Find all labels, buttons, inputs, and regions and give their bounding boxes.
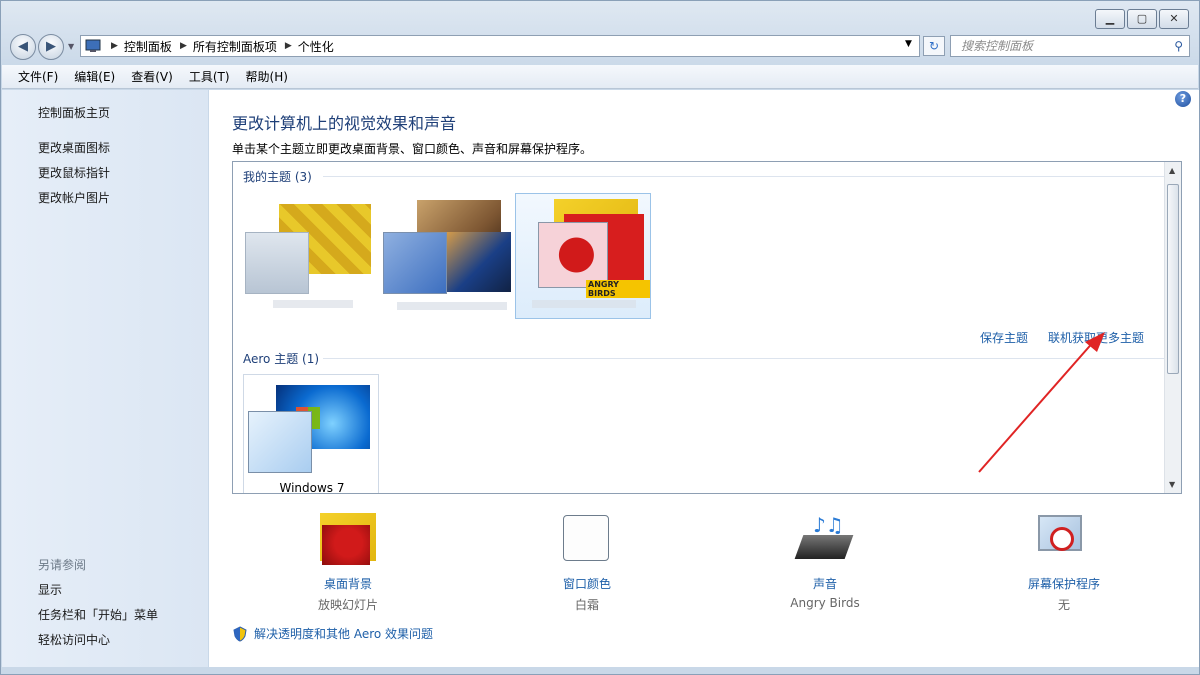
back-button[interactable]: ◀ — [10, 34, 36, 60]
sidebar-desktop-icons-link[interactable]: 更改桌面图标 — [38, 139, 110, 156]
search-placeholder: 搜索控制面板 — [961, 39, 1034, 53]
scroll-up-icon[interactable]: ▲ — [1169, 166, 1175, 175]
music-notes-icon: ♪♫ — [813, 513, 844, 537]
search-input[interactable]: 搜索控制面板 ⚲ — [950, 35, 1190, 57]
menu-view[interactable]: 查看(V) — [131, 68, 173, 85]
option-window-color-label: 窗口颜色 — [562, 577, 611, 591]
option-screen-saver-label: 屏幕保护程序 — [1027, 577, 1100, 591]
menu-file[interactable]: 文件(F) — [18, 68, 58, 85]
angry-birds-badge: ANGRY BIRDS — [586, 280, 650, 298]
shield-icon — [233, 625, 247, 642]
option-screen-saver[interactable]: 屏幕保护程序 无 — [974, 513, 1154, 613]
breadcrumb-arrow-icon: ▶ — [179, 41, 187, 51]
sidebar-taskbar-link[interactable]: 任务栏和「开始」菜单 — [38, 606, 158, 623]
recent-pages-icon[interactable]: ▼ — [68, 42, 74, 51]
theme-tile-angry-birds[interactable]: ANGRY BIRDS — [515, 193, 651, 319]
option-sounds-label: 声音 — [812, 577, 837, 591]
address-dropdown-icon[interactable]: ▼ — [905, 39, 912, 49]
theme-tile-2[interactable] — [379, 196, 515, 322]
maximize-button[interactable]: ▢ — [1127, 9, 1157, 29]
breadcrumb-arrow-icon: ▶ — [284, 41, 292, 51]
breadcrumb-all-items[interactable]: 所有控制面板项 — [193, 38, 277, 55]
theme-list: 我的主题 (3) ANGRY BIRDS 保存主题 联机获取更多主题 Aero … — [232, 161, 1182, 494]
navigation-buttons: ◀ ▶ ▼ — [10, 34, 80, 60]
minimize-button[interactable]: ▁ — [1095, 9, 1125, 29]
menu-help[interactable]: 帮助(H) — [246, 68, 288, 85]
breadcrumb-arrow-icon: ▶ — [111, 41, 118, 51]
search-icon: ⚲ — [1174, 39, 1183, 53]
breadcrumb-personalization[interactable]: 个性化 — [298, 38, 334, 55]
scrollbar-thumb[interactable] — [1167, 184, 1179, 374]
control-panel-icon — [85, 39, 101, 52]
option-window-color-value: 白霜 — [574, 598, 599, 612]
sidebar-home-link[interactable]: 控制面板主页 — [38, 104, 110, 121]
menu-bar: 文件(F) 编辑(E) 查看(V) 工具(T) 帮助(H) — [2, 65, 1198, 89]
sidebar-account-picture-link[interactable]: 更改帐户图片 — [38, 189, 110, 206]
theme-list-scrollbar[interactable]: ▲ ▼ — [1164, 162, 1181, 493]
option-desktop-background[interactable]: 桌面背景 放映幻灯片 — [258, 513, 438, 613]
option-window-color[interactable]: 窗口颜色 白霜 — [497, 513, 677, 613]
refresh-icon[interactable]: ↻ — [923, 36, 945, 56]
option-screen-saver-value: 无 — [1057, 598, 1070, 612]
option-sounds-value: Angry Birds — [790, 596, 860, 610]
sidebar-mouse-pointers-link[interactable]: 更改鼠标指针 — [38, 164, 110, 181]
annotation-arrow-icon — [978, 332, 1105, 473]
my-themes-header: 我的主题 (3) — [243, 170, 312, 184]
troubleshoot-aero-link[interactable]: 解决透明度和其他 Aero 效果问题 — [254, 625, 433, 642]
address-bar[interactable]: ▶ 控制面板 ▶ 所有控制面板项 ▶ 个性化 ▼ — [80, 35, 920, 57]
troubleshoot-row[interactable]: 解决透明度和其他 Aero 效果问题 — [232, 625, 433, 642]
forward-button[interactable]: ▶ — [38, 34, 64, 60]
page-subtitle: 单击某个主题立即更改桌面背景、窗口颜色、声音和屏幕保护程序。 — [232, 142, 593, 156]
breadcrumb-control-panel[interactable]: 控制面板 — [124, 38, 172, 55]
scroll-down-icon[interactable]: ▼ — [1169, 480, 1175, 489]
theme-tile-1[interactable] — [243, 196, 379, 322]
aero-themes-header: Aero 主题 (1) — [243, 352, 320, 366]
windows7-theme-name: Windows 7 — [279, 481, 345, 494]
option-desktop-background-label: 桌面背景 — [323, 577, 372, 591]
page-title: 更改计算机上的视觉效果和声音 — [232, 114, 457, 133]
option-desktop-background-value: 放映幻灯片 — [317, 598, 378, 612]
no-screensaver-icon — [1050, 527, 1074, 551]
theme-tile-windows7[interactable]: Windows 7 — [243, 374, 379, 494]
sidebar: 控制面板主页 更改桌面图标 更改鼠标指针 更改帐户图片 另请参阅 显示 任务栏和… — [2, 90, 208, 667]
sidebar-ease-of-access-link[interactable]: 轻松访问中心 — [38, 631, 110, 648]
help-icon[interactable]: ? — [1175, 91, 1191, 107]
see-also-header: 另请参阅 — [38, 558, 87, 572]
control-panel-window: ▁ ▢ ✕ ◀ ▶ ▼ ▶ 控制面板 ▶ 所有控制面板项 ▶ 个性化 ▼ ↻ 搜… — [0, 0, 1200, 675]
sidebar-display-link[interactable]: 显示 — [38, 581, 62, 598]
menu-tools[interactable]: 工具(T) — [189, 68, 230, 85]
menu-edit[interactable]: 编辑(E) — [74, 68, 115, 85]
option-sounds[interactable]: ♪♫ 声音 Angry Birds — [735, 513, 915, 610]
close-button[interactable]: ✕ — [1159, 9, 1189, 29]
